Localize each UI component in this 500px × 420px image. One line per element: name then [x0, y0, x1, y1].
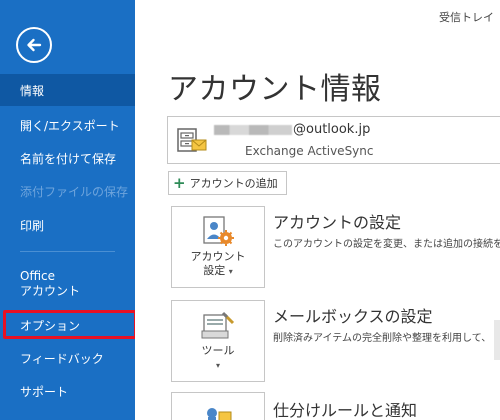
tools-tile[interactable]: ツール ▾ [171, 300, 265, 382]
account-settings-tile[interactable]: アカウント 設定 ▾ [171, 206, 265, 288]
mailbox-settings-title: メールボックスの設定 [273, 307, 433, 326]
tools-icon [201, 311, 235, 339]
mailbox-settings-desc: 削除済みアイテムの完全削除や整理を利用して、 [273, 333, 492, 344]
account-settings-icon [203, 216, 234, 246]
nav-save-attachments-label: 添付ファイルの保存 [20, 184, 129, 199]
nav-office-account[interactable]: Office アカウント [0, 261, 135, 305]
add-account-button[interactable]: + アカウントの追加 [168, 171, 287, 195]
nav-print-label: 印刷 [20, 218, 45, 233]
nav-options[interactable]: オプション [0, 311, 135, 339]
nav-info-label: 情報 [20, 83, 45, 98]
account-selector[interactable]: @outlook.jp Exchange ActiveSync [167, 116, 500, 164]
account-email: @outlook.jp [214, 122, 370, 137]
nav-save-as[interactable]: 名前を付けて保存 [0, 144, 135, 172]
nav-office-account-label-2: アカウント [20, 284, 81, 298]
rules-tile[interactable] [171, 392, 265, 420]
rules-alerts-title: 仕分けルールと通知 [273, 401, 418, 420]
account-settings-tile-line2: 設定 ▾ [172, 264, 264, 279]
nav-save-attachments: 添付ファイルの保存 [0, 177, 135, 205]
dropdown-caret-icon: ▾ [228, 267, 233, 276]
account-settings-desc: このアカウントの設定を変更、または追加の接続を [273, 239, 500, 250]
dropdown-caret-icon: ▾ [215, 361, 220, 370]
tools-tile-label: ツール [201, 344, 235, 357]
add-account-label: アカウントの追加 [189, 177, 278, 190]
backstage-sidebar: 情報 開く/エクスポート 名前を付けて保存 添付ファイルの保存 印刷 Offic… [0, 0, 137, 420]
nav-print[interactable]: 印刷 [0, 211, 135, 239]
nav-save-as-label: 名前を付けて保存 [20, 151, 117, 166]
account-icon [177, 128, 207, 152]
masked-username [214, 124, 292, 135]
back-arrow-icon [27, 38, 42, 52]
back-button[interactable] [16, 27, 52, 63]
account-email-domain: @outlook.jp [293, 122, 371, 137]
account-settings-tile-line1: アカウント [190, 250, 246, 263]
scrollbar-thumb[interactable] [494, 320, 500, 360]
nav-divider [20, 251, 115, 252]
tools-tile-caret: ▾ [172, 358, 264, 373]
nav-support-label: サポート [20, 384, 69, 399]
nav-support[interactable]: サポート [0, 377, 135, 405]
rules-icon [207, 408, 232, 420]
window-title: 受信トレイ [439, 11, 494, 24]
nav-options-label: オプション [20, 318, 81, 333]
nav-open-export-label: 開く/エクスポート [20, 118, 120, 133]
nav-feedback-label: フィードバック [20, 351, 104, 366]
account-settings-title: アカウントの設定 [273, 213, 402, 232]
nav-office-account-label-1: Office [20, 269, 56, 283]
page-title: アカウント情報 [168, 72, 382, 107]
nav-info[interactable]: 情報 [0, 74, 135, 106]
account-settings-tile-label-2: 設定 [203, 264, 226, 277]
nav-feedback[interactable]: フィードバック [0, 344, 135, 372]
plus-icon: + [173, 173, 186, 192]
main-content: 受信トレイ アカウント情報 @outlook.jp Exchange Activ… [135, 0, 500, 420]
nav-open-export[interactable]: 開く/エクスポート [0, 111, 135, 139]
account-type: Exchange ActiveSync [245, 144, 374, 158]
